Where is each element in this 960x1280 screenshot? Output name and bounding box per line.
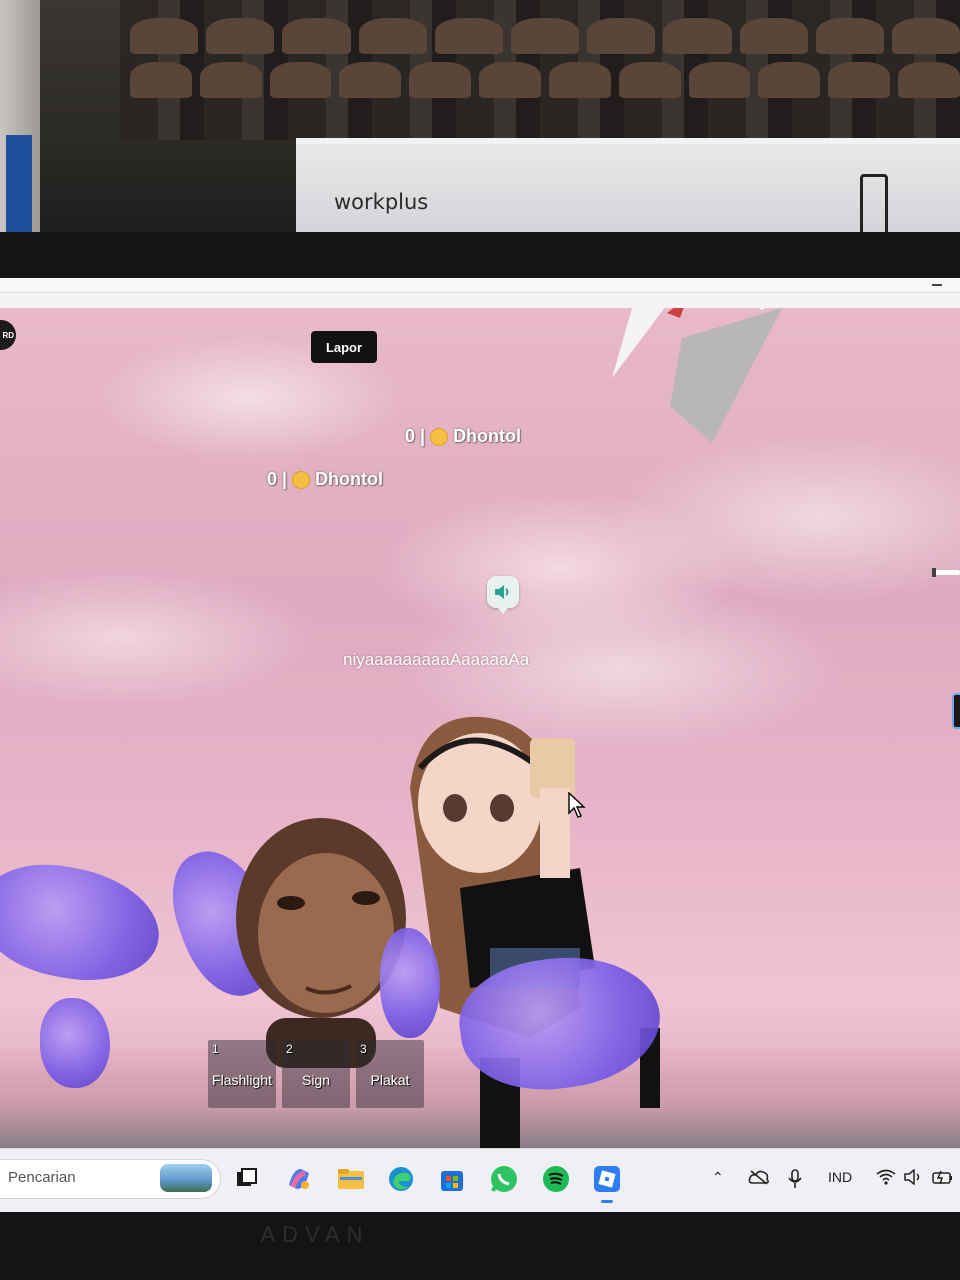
hotbar-slot-plakat[interactable]: 3 Plakat [356,1040,424,1108]
chat-bubble-text: niyaaaaaaaaaAaaaaaAa [343,650,530,669]
pillar [0,0,40,250]
whatsapp-icon[interactable] [488,1163,520,1195]
nametag-score: 0 | [405,426,426,446]
copilot-icon[interactable] [283,1163,315,1195]
voice-chat-indicator[interactable] [487,576,519,614]
record-badge-text: RD [2,330,14,340]
purple-effect-blob [40,998,110,1088]
plane-wing [612,308,782,443]
slot-number: 2 [286,1042,293,1056]
player-nametag: 0 | Dhontol [405,426,521,447]
search-placeholder: Pencarian [8,1169,76,1186]
smiley-face-icon [430,427,449,446]
side-panel-toggle[interactable] [952,693,960,729]
speaker-icon [495,585,509,599]
background-photo: workplus [0,0,960,250]
nametag-name: Dhontol [453,426,522,446]
language-indicator[interactable]: IND [828,1169,852,1185]
slot-label: Plakat [370,1072,410,1088]
windows-taskbar: Pencarian ⌃ IND [0,1148,960,1212]
task-view-icon[interactable] [230,1163,262,1195]
microphone-icon[interactable] [788,1169,802,1192]
hotbar-slot-flashlight[interactable]: 1 Flashlight [208,1040,276,1108]
spotify-icon[interactable] [540,1163,572,1195]
onedrive-icon[interactable] [748,1169,770,1188]
taskbar-search-box[interactable]: Pencarian [0,1159,221,1199]
nametag-name: Dhontol [315,469,384,489]
box-brand-text: workplus [334,190,429,214]
hotbar: 1 Flashlight 2 Sign 3 Plakat [208,1040,424,1108]
battery-icon[interactable] [932,1169,954,1188]
slot-label: Sign [301,1072,331,1088]
nametag-score: 0 | [267,469,288,489]
screen: RD Lapor 0 | Dhontol 0 | Dhontol niyaaaa… [0,278,960,1212]
edge-icon[interactable] [385,1163,417,1195]
wifi-icon[interactable] [876,1169,896,1188]
purple-effect-blob [380,928,440,1038]
hotbar-slot-sign[interactable]: 2 Sign [282,1040,350,1108]
file-explorer-icon[interactable] [335,1163,367,1195]
show-hidden-icons-chevron-icon[interactable]: ⌃ [712,1169,724,1186]
window-titlebar [0,278,960,293]
microsoft-store-icon[interactable] [436,1163,468,1195]
minimize-button[interactable] [932,284,942,286]
volume-icon[interactable] [904,1168,924,1188]
smiley-face-icon [292,470,311,489]
record-button[interactable]: RD [0,320,16,350]
side-slider[interactable] [932,568,960,577]
game-viewport[interactable]: RD Lapor 0 | Dhontol 0 | Dhontol niyaaaa… [0,308,960,1148]
slot-number: 1 [212,1042,219,1056]
purple-effect-blob [0,853,169,993]
slot-label: Flashlight [212,1072,272,1088]
roblox-icon[interactable] [591,1163,623,1203]
monitor-brand: ADVAN [260,1222,370,1247]
search-highlight-image [160,1164,212,1192]
player-nametag: 0 | Dhontol [267,469,383,490]
slot-number: 3 [360,1042,367,1056]
mouse-cursor-icon [568,792,586,818]
report-button[interactable]: Lapor [311,331,377,363]
poster-people-row [130,18,960,54]
poster-people-row [130,62,960,98]
